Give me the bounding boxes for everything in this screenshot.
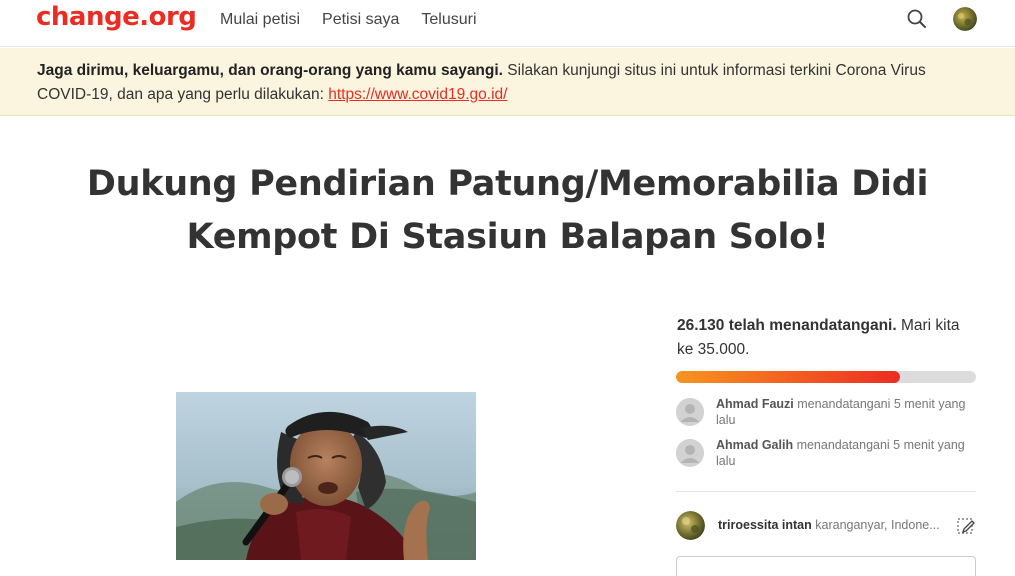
default-avatar-icon	[676, 439, 704, 467]
section-divider	[676, 491, 976, 492]
petition-title: Dukung Pendirian Patung/Memorabilia Didi…	[86, 164, 929, 257]
current-user-location: karanganyar, Indone...	[811, 518, 940, 532]
signer-name: Ahmad Galih	[716, 438, 794, 452]
signature-progress-fill	[676, 371, 900, 383]
nav-my-petitions[interactable]: Petisi saya	[322, 11, 399, 29]
nav-start-petition[interactable]: Mulai petisi	[220, 11, 300, 29]
current-user-info: triroessita intan karanganyar, Indone...	[718, 518, 940, 532]
current-user-avatar	[676, 511, 705, 540]
default-avatar-icon	[676, 398, 704, 426]
reason-input[interactable]	[676, 556, 976, 576]
recent-signer-text: Ahmad Fauzi menandatangani 5 menit yang …	[716, 396, 978, 428]
covid-info-link[interactable]: https://www.covid19.go.id/	[328, 86, 507, 103]
signer-name: Ahmad Fauzi	[716, 397, 794, 411]
covid-info-banner: Jaga dirimu, keluargamu, dan orang-orang…	[0, 48, 1015, 116]
nav-browse[interactable]: Telusuri	[421, 11, 476, 29]
current-user-row: triroessita intan karanganyar, Indone...	[676, 511, 976, 541]
main-nav: Mulai petisi Petisi saya Telusuri	[220, 11, 499, 29]
signature-progress-bar	[676, 371, 976, 383]
user-avatar[interactable]	[953, 7, 977, 31]
banner-message: Jaga dirimu, keluargamu, dan orang-orang…	[37, 59, 967, 107]
change-org-logo[interactable]: change.org	[36, 2, 197, 32]
current-user-name: triroessita intan	[718, 518, 812, 532]
signature-count-number: 26.130 telah menandatangani.	[677, 317, 897, 334]
edit-icon[interactable]	[956, 516, 976, 536]
recent-signer-text: Ahmad Galih menandatangani 5 menit yang …	[716, 437, 978, 469]
site-header: change.org Mulai petisi Petisi saya Telu…	[0, 0, 1015, 47]
search-icon[interactable]	[906, 8, 928, 30]
petition-photo	[176, 392, 476, 560]
banner-bold-text: Jaga dirimu, keluargamu, dan orang-orang…	[37, 62, 503, 79]
signature-count: 26.130 telah menandatangani. Mari kita k…	[677, 314, 977, 362]
